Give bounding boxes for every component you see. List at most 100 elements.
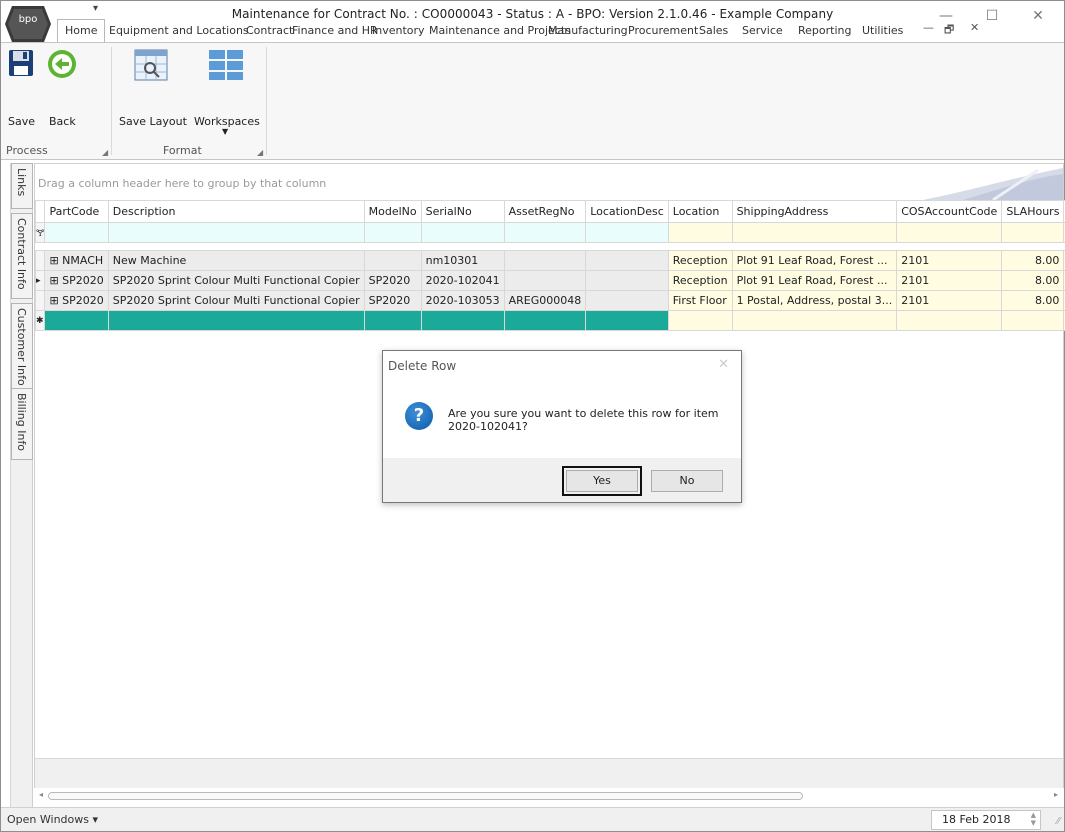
save-layout-button[interactable]: Save Layout (119, 47, 187, 128)
new-row-cell[interactable] (420, 310, 505, 331)
new-row-cell[interactable] (896, 310, 1003, 331)
new-row-cell[interactable] (107, 310, 365, 331)
open-windows-dropdown[interactable]: Open Windows ▾ (7, 813, 98, 826)
cell-slahours[interactable]: 8.00 (1001, 270, 1065, 291)
save-button[interactable]: Save (5, 47, 35, 128)
back-button[interactable]: Back (44, 47, 80, 128)
cell-description[interactable]: New Machine (107, 250, 365, 271)
column-header-partcode[interactable]: PartCode (44, 200, 109, 223)
current-row-indicator-icon[interactable]: ▸ (34, 270, 46, 291)
cell-assetregno[interactable] (503, 270, 587, 291)
filter-cell[interactable] (731, 222, 898, 243)
filter-cell[interactable] (585, 222, 669, 243)
cell-locationdesc[interactable] (585, 290, 669, 311)
tab-procurement[interactable]: Procurement (628, 21, 698, 42)
filter-cell[interactable] (107, 222, 365, 243)
new-item-row[interactable]: ✱ (34, 310, 1065, 331)
scroll-right-icon[interactable]: ▸ (1054, 790, 1058, 799)
column-header-cosaccountcode[interactable]: COSAccountCode (896, 200, 1003, 223)
column-header-serialno[interactable]: SerialNo (420, 200, 505, 223)
tab-inventory[interactable]: Inventory (372, 21, 425, 42)
column-header-location[interactable]: Location (667, 200, 733, 223)
tab-contract[interactable]: Contract (246, 21, 293, 42)
date-field[interactable]: 18 Feb 2018 ▲ ▼ (931, 810, 1041, 830)
filter-cell[interactable] (1001, 222, 1065, 243)
tab-service[interactable]: Service (742, 21, 783, 42)
table-row[interactable]: ▸ ⊞ SP2020 SP2020 Sprint Colour Multi Fu… (34, 270, 1065, 291)
table-row[interactable]: ⊞ NMACH New Machine nm10301 Reception Pl… (34, 250, 1065, 271)
new-row-cell[interactable] (1001, 310, 1065, 331)
cell-location[interactable]: First Floor (667, 290, 733, 311)
mdi-restore-icon[interactable]: 🗗 (944, 21, 954, 40)
column-header-assetregno[interactable]: AssetRegNo (503, 200, 587, 223)
side-tab-links[interactable]: Links (11, 163, 33, 209)
new-row-cell[interactable] (363, 310, 422, 331)
new-row-cell[interactable] (585, 310, 669, 331)
cell-description[interactable]: SP2020 Sprint Colour Multi Functional Co… (107, 270, 365, 291)
no-button[interactable]: No (651, 470, 723, 492)
column-header-locationdesc[interactable]: LocationDesc (585, 200, 669, 223)
filter-cell[interactable] (363, 222, 422, 243)
new-row-cell[interactable] (503, 310, 587, 331)
tab-manufacturing[interactable]: Manufacturing (548, 21, 628, 42)
workspaces-button[interactable]: Workspaces ▼ (194, 47, 260, 137)
cell-locationdesc[interactable] (585, 270, 669, 291)
new-row-cell[interactable] (731, 310, 898, 331)
process-group-launcher-icon[interactable]: ◢ (102, 148, 108, 157)
side-tab-billing-info[interactable]: Billing Info (11, 388, 33, 460)
tab-sales[interactable]: Sales (699, 21, 728, 42)
cell-serialno[interactable]: 2020-103053 (420, 290, 505, 311)
new-row-cell[interactable] (667, 310, 733, 331)
column-header-shippingaddress[interactable]: ShippingAddress (731, 200, 898, 223)
mdi-minimize-icon[interactable]: — (923, 21, 934, 34)
cell-shippingaddress[interactable]: 1 Postal, Address, postal 3... (731, 290, 898, 311)
cell-shippingaddress[interactable]: Plot 91 Leaf Road, Forest ... (731, 270, 898, 291)
tab-utilities[interactable]: Utilities (862, 21, 903, 42)
column-header-modelno[interactable]: ModelNo (363, 200, 422, 223)
cell-cosaccountcode[interactable]: 2101 (896, 270, 1003, 291)
date-spinner-icon[interactable]: ▲ ▼ (1031, 811, 1036, 827)
filter-cell[interactable] (503, 222, 587, 243)
cell-modelno[interactable]: SP2020 (363, 270, 422, 291)
format-group-launcher-icon[interactable]: ◢ (257, 148, 263, 157)
expand-icon[interactable]: ⊞ (49, 254, 62, 267)
cell-modelno[interactable]: SP2020 (363, 290, 422, 311)
scrollbar-thumb[interactable] (48, 792, 803, 800)
filter-cell[interactable] (420, 222, 505, 243)
tab-finance-and-hr[interactable]: Finance and HR (292, 21, 378, 42)
cell-modelno[interactable] (363, 250, 422, 271)
cell-assetregno[interactable] (503, 250, 587, 271)
scroll-left-icon[interactable]: ◂ (39, 790, 43, 799)
new-row-cell[interactable] (44, 310, 109, 331)
side-tab-contract-info[interactable]: Contract Info (11, 213, 33, 299)
column-header-description[interactable]: Description (107, 200, 365, 223)
cell-description[interactable]: SP2020 Sprint Colour Multi Functional Co… (107, 290, 365, 311)
row-indicator[interactable] (34, 250, 46, 271)
cell-slahours[interactable]: 8.00 (1001, 250, 1065, 271)
resize-grip-icon[interactable]: ⁄⁄ (1057, 816, 1060, 827)
row-indicator[interactable] (34, 290, 46, 311)
dialog-close-icon[interactable]: ✕ (718, 357, 729, 372)
cell-shippingaddress[interactable]: Plot 91 Leaf Road, Forest ... (731, 250, 898, 271)
tab-equipment-and-locations[interactable]: Equipment and Locations (109, 21, 249, 42)
tab-reporting[interactable]: Reporting (798, 21, 851, 42)
cell-location[interactable]: Reception (667, 270, 733, 291)
column-header-slahours[interactable]: SLAHours (1001, 200, 1065, 223)
expand-icon[interactable]: ⊞ (49, 274, 62, 287)
expand-icon[interactable]: ⊞ (49, 294, 62, 307)
cell-location[interactable]: Reception (667, 250, 733, 271)
cell-cosaccountcode[interactable]: 2101 (896, 250, 1003, 271)
cell-partcode[interactable]: ⊞ NMACH (44, 250, 109, 271)
auto-filter-row[interactable]: 🝖 (34, 222, 1065, 243)
cell-slahours[interactable]: 8.00 (1001, 290, 1065, 311)
cell-serialno[interactable]: 2020-102041 (420, 270, 505, 291)
yes-button[interactable]: Yes (562, 466, 642, 496)
filter-cell[interactable] (896, 222, 1003, 243)
cell-partcode[interactable]: ⊞ SP2020 (44, 270, 109, 291)
cell-partcode[interactable]: ⊞ SP2020 (44, 290, 109, 311)
side-tab-customer-info[interactable]: Customer Info (11, 303, 33, 393)
tab-home[interactable]: Home (57, 19, 106, 43)
cell-assetregno[interactable]: AREG000048 (503, 290, 587, 311)
filter-cell[interactable] (44, 222, 109, 243)
cell-serialno[interactable]: nm10301 (420, 250, 505, 271)
